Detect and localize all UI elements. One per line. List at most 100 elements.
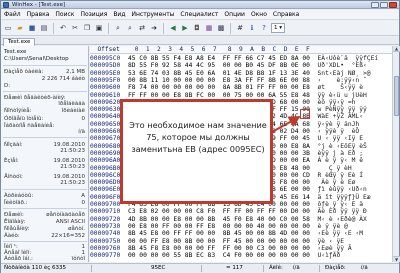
menu-options[interactable]: Опции [221,10,248,20]
hex-row-ascii[interactable]: Ç ÿ èH [318,165,352,172]
status-block-label: Áëîê: [269,265,283,271]
hex-row[interactable]: 00009750 00 00 FF E8 00 8B 00 00 FF 45 0… [90,238,392,245]
menu-position[interactable]: Позиция [77,10,110,20]
hex-row-bytes[interactable]: 8B 45 F8 E8 00 00 00 FF FF 00 00 C3 00 0… [128,245,310,252]
hex-row-bytes[interactable]: 00 00 FF E8 00 8B 00 00 FF 45 00 00 00 0… [128,238,310,245]
hex-row-ascii[interactable]: ä ît ÿÿÿƒ}Ü Eæ [318,194,371,201]
hex-row-ascii[interactable]: øt Š‹ÿÿ è [318,84,364,91]
hex-row-bytes[interactable]: 8B 45 E8 00 FF FF 00 00 8B 45 00 00 8B 4… [128,230,310,237]
charset-label: Êîäîâàÿ: [4,219,26,225]
hex-row-ascii[interactable]: WàE +ÿŽ ÂML‹ [318,113,364,120]
scroll-up-icon[interactable]: ▲ [393,46,400,52]
menu-view[interactable]: Вид [110,10,128,20]
hex-row-bytes[interactable]: 00 8B 11 10 00 00 00 00 E8 3A FF FF 8B 6… [128,77,310,84]
hex-row-ascii[interactable]: U ‹ ÿÿ ‹Iÿ E [318,135,364,142]
hex-row-ascii[interactable]: ‹ è:ÿÿ‹n ˆ [318,77,367,84]
hex-row[interactable]: 00009710 C3 E8 02 00 00 00 C8 F0 FF FF 0… [90,208,392,215]
hex-row-bytes[interactable]: 4D 8B 00 00 E8 00 00 8B 45 F0 E8 40 00 C… [128,216,310,223]
copy-icon[interactable]: ❐ [82,23,92,33]
ram-icon[interactable]: ▦ [204,23,214,33]
hex-row-ascii[interactable]: Snt‹Eàj NØ¸ >@ [318,70,371,77]
tab-test-exe[interactable]: Test.exe [3,38,36,46]
hex-row-ascii[interactable]: Uð'XDL• °Eß‹ [318,62,367,69]
hex-row-ascii[interactable]: ‹Eè ÿÿ ‹E ‹M [318,230,364,237]
minimize-icon[interactable] [371,2,379,8]
hex-row-bytes[interactable]: F8 74 00 00 00 00 00 00 8A 8B 01 FF FF 0… [128,84,310,91]
hex-row-ascii[interactable]: ÿÿ è‹ü u jUèH [318,92,367,99]
hex-row[interactable]: 00009600 F8 74 00 00 00 00 00 00 8A 8B 0… [90,84,392,91]
state-label: Ñîñòîÿíèå: [4,108,32,114]
hex-row-ascii[interactable]: À è ÿ ÿ‹ M ê [318,157,364,164]
vertical-scrollbar[interactable]: ▲ ▼ [392,46,400,262]
hex-row-ascii[interactable]: °j è ‹EôEÿ èŠ [318,143,367,150]
hex-row-offset: 000096A0 [90,157,121,165]
hex-row-bytes[interactable]: 00 00 00 00 55 8B EC 83 C4 F0 00 00 00 0… [128,252,310,259]
menu-search[interactable]: Поиск [52,10,77,20]
divider [3,241,87,242]
hex-row-bytes[interactable]: 45 C0 8B 55 F4 E8 A8 E4 FF FF 66 C7 45 E… [128,55,310,62]
hex-row-bytes[interactable]: 53 6E 74 03 8B 45 E0 6A 01 4E D8 B8 1F 1… [128,70,310,77]
hex-row-bytes[interactable]: FF FF 00 00 E8 8B FC 00 00 75 00 00 6A 5… [128,92,310,99]
hex-row-ascii[interactable]: ‹Eøè ÿÿ Ã [318,245,352,252]
mode-label: Ðåæèì: [4,212,24,218]
hex-row-offset: 00009620 [90,98,121,106]
new-file-icon[interactable]: ▭ [3,23,13,33]
menu-window[interactable]: Окно [248,10,270,20]
print-icon[interactable]: ▤ [39,23,49,33]
window-selector[interactable]: 1 ▾ [271,23,286,33]
hex-row[interactable]: 00009760 8B 45 F8 E8 00 00 00 FF FF 00 0… [90,245,392,252]
hex-row-ascii[interactable]: èô ÿÿ‹ÿ =h [318,99,356,106]
menu-specialist[interactable]: Специалист [177,10,221,20]
close-icon[interactable] [389,2,397,8]
hex-row-ascii[interactable]: Ãè Èð ÿÿ ÿÿ Ð [318,208,367,215]
hex-row-ascii[interactable]: èÿÿ j à Eð ; [318,150,364,157]
save-icon[interactable]: ■ [27,23,37,33]
hex-row-ascii[interactable]: è ÿ ÿè @ [318,223,348,230]
menu-edit[interactable]: Правка [24,10,53,20]
maximize-icon[interactable] [380,2,388,8]
hash-icon[interactable]: # [235,23,245,33]
hex-row-ascii[interactable]: M‹ è ‹Eðè@ ÀX [318,216,367,223]
hex-row[interactable]: 00009770 00 00 00 00 55 8B EC 83 C4 F0 0… [90,252,392,259]
hex-row[interactable]: 00009730 00 E8 00 FF 00 00 FF E8 00 00 0… [90,223,392,230]
open-folder-icon[interactable]: ▰ [15,23,25,33]
hex-row-ascii[interactable]: ôƒè ÿ ÿ‹ E ä [318,201,364,208]
created-time: 21:50:23 [60,148,85,154]
hex-row-ascii[interactable]: ‹ ÿÿè ÿ èÔ [318,128,360,135]
hex-row-bytes[interactable]: 00 E8 00 FF 00 00 FF E8 00 00 00 40 00 0… [128,223,310,230]
find-icon[interactable]: ⌕ [113,23,123,33]
replace-icon[interactable]: ⇄ [137,23,147,33]
undo-reverse-label: Îáðàòíîå ñäåëàíèå: [4,123,55,129]
cut-icon[interactable]: ✂ [70,23,80,33]
disk-icon[interactable]: ◘ [192,23,202,33]
hex-row-ascii[interactable]: EÀ‹Uôè¨ä ÿÿfÇEí [318,55,379,62]
hex-row-bytes[interactable]: 8D 55 F0 92 58 44 4C 95 00 00 B0 45 DF 8… [128,62,310,69]
hex-row[interactable]: 000095F0 00 8B 11 10 00 00 00 00 E8 3A F… [90,77,392,84]
hex-row[interactable]: 00009740 8B 45 E8 00 FF FF 00 00 8B 45 0… [90,230,392,237]
hex-row-ascii[interactable]: R èŒÿ ÿ Eè Í [318,172,364,179]
menu-help[interactable]: Справка [270,10,302,20]
scroll-thumb[interactable] [394,76,399,116]
menu-tools[interactable]: Инструменты [128,10,177,20]
back-icon[interactable]: ◀ [168,23,178,33]
undo-level-value: 0 [81,116,86,122]
calculator-icon[interactable]: ▩ [216,23,226,33]
hex-row-ascii[interactable]: U‹ìƒÄð [318,252,341,259]
hex-row-ascii[interactable]: ÿè ‹ ÿE [318,238,345,245]
paste-icon[interactable]: ▣ [94,23,104,33]
goto-icon[interactable]: ➜ [149,23,159,33]
hex-row-ascii[interactable]: ƒì èûÿÿ ‹Uð‹n [318,186,367,193]
hex-row-bytes[interactable]: C3 E8 02 00 00 00 C8 F0 FF FF 00 FF FF 0… [128,208,310,215]
info-icon[interactable]: ℹ [247,23,257,33]
hex-row[interactable]: 00009610 FF FF 00 00 E8 8B FC 00 00 75 0… [90,92,392,99]
hex-row[interactable]: 000095E0 53 6E 74 03 8B 45 E0 6A 01 4E D… [90,70,392,77]
forward-icon[interactable]: ▶ [180,23,190,33]
help-icon[interactable]: ? [259,23,269,33]
hex-row-ascii[interactable]: ÿ‹ÿè ÿ änJh [318,121,360,128]
scroll-down-icon[interactable]: ▼ [393,256,400,262]
find-hex-icon[interactable]: ⌕ [125,23,135,33]
hex-row[interactable]: 00009720 4D 8B 00 00 E8 00 00 8B 45 F0 E… [90,216,392,223]
undo-icon[interactable]: ↶ [58,23,68,33]
hex-row[interactable]: 000095D0 8D 55 F0 92 58 44 4C 95 00 00 B… [90,62,392,69]
menu-file[interactable]: Файл [1,10,24,20]
